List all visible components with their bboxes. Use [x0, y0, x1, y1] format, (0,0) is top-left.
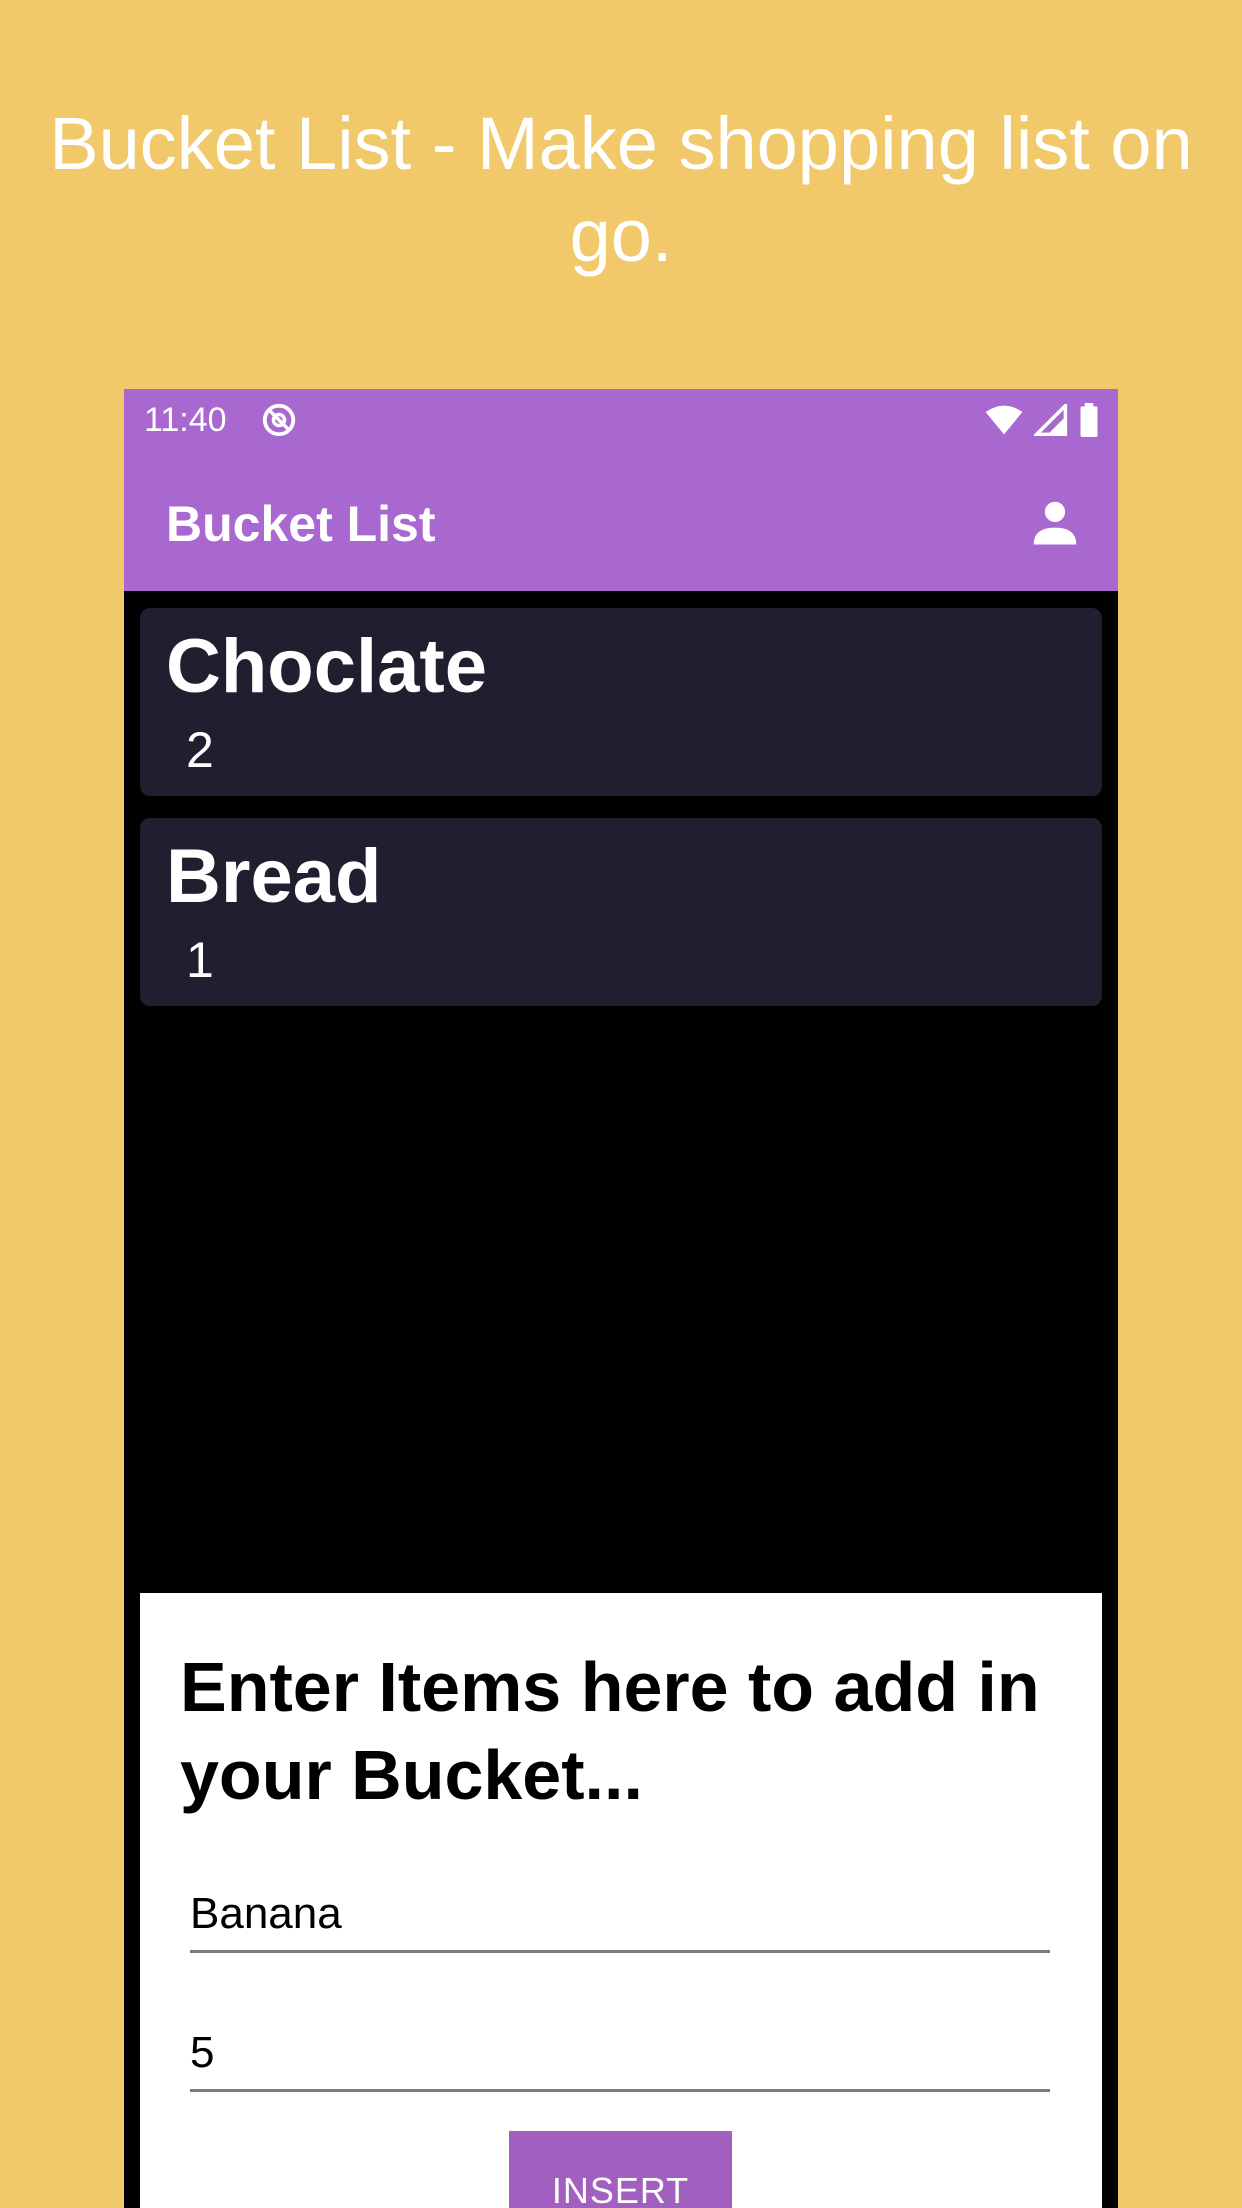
promo-headline: Bucket List - Make shopping list on go.: [49, 102, 1193, 277]
battery-icon: [1080, 403, 1098, 437]
signal-icon: [1034, 404, 1068, 436]
app-bar: Bucket List: [124, 451, 1118, 591]
status-time: 11:40: [144, 401, 227, 439]
app-title: Bucket List: [166, 496, 436, 552]
wifi-icon: [985, 405, 1023, 435]
item-name: Choclate: [166, 624, 487, 709]
status-bar: 11:40: [124, 389, 1118, 451]
item-quantity: 2: [186, 722, 214, 778]
phone-screen: 11:40 Bucket List Choclate 2 Bread 1 Ent…: [124, 389, 1118, 2208]
account-icon[interactable]: [1028, 495, 1082, 549]
app-notification-icon: [262, 403, 296, 437]
item-name: Bread: [166, 834, 382, 919]
insert-button[interactable]: INSERT: [509, 2131, 732, 2208]
list-item[interactable]: Choclate 2: [140, 608, 1102, 796]
item-quantity-input[interactable]: [190, 2022, 1050, 2092]
form-heading: Enter Items here to add in your Bucket..…: [180, 1648, 1040, 1814]
list-item[interactable]: Bread 1: [140, 818, 1102, 1006]
item-quantity: 1: [186, 932, 214, 988]
item-name-input[interactable]: [190, 1883, 1050, 1953]
add-item-form: Enter Items here to add in your Bucket..…: [140, 1593, 1102, 2208]
